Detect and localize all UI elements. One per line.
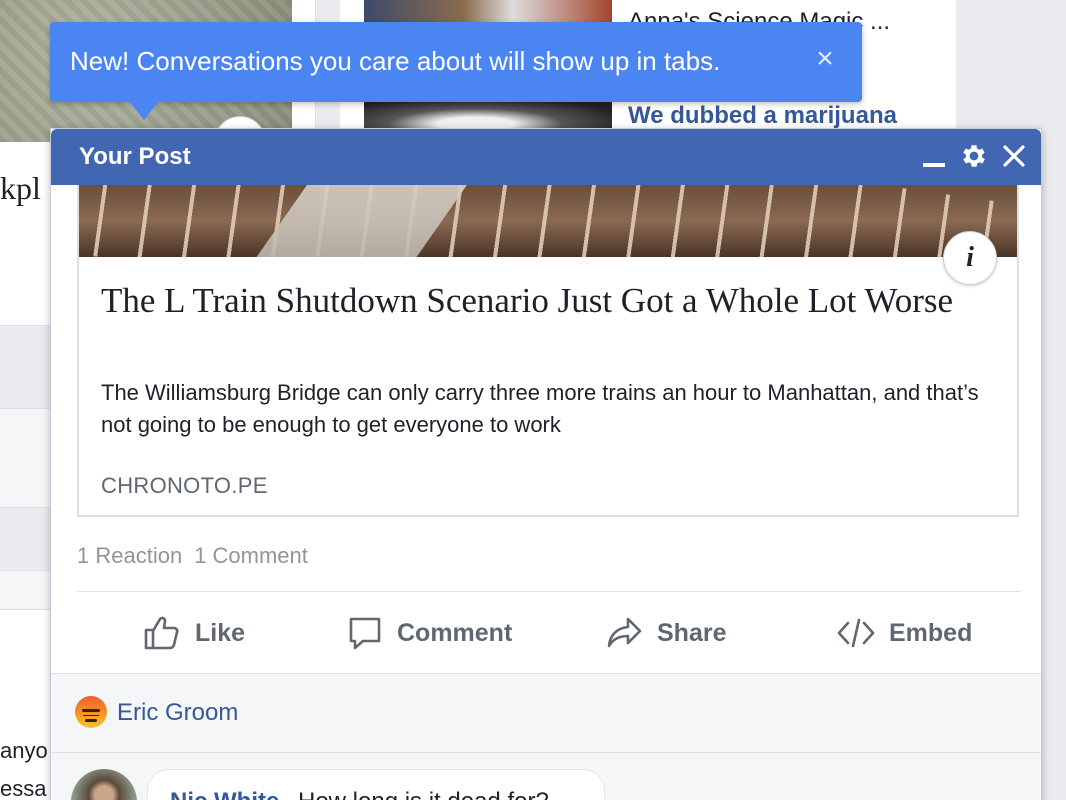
post-chat-window: Your Post i The L Train Shutdown Scenari…: [50, 128, 1042, 800]
thumbs-up-icon: [144, 616, 179, 650]
reactor-name-link[interactable]: Eric Groom: [117, 699, 238, 727]
speech-bubble-icon: [349, 617, 381, 650]
comments-count[interactable]: 1 Comment: [194, 543, 308, 568]
background-headline-link[interactable]: We dubbed a marijuana: [628, 102, 897, 130]
background-divider: [0, 408, 52, 508]
reactions-count[interactable]: 1 Reaction: [77, 543, 182, 568]
post-window-title[interactable]: Your Post: [79, 143, 191, 171]
share-button[interactable]: Share: [607, 607, 726, 659]
comment-button[interactable]: Comment: [347, 607, 512, 659]
embed-label: Embed: [889, 618, 973, 647]
avatar[interactable]: [71, 769, 137, 800]
tooltip-arrow: [130, 102, 158, 120]
gear-icon[interactable]: [959, 141, 989, 171]
comment-author-link[interactable]: Nic White: [170, 788, 279, 800]
post-window-header[interactable]: Your Post: [51, 129, 1041, 185]
reactions-list: Eric Groom: [51, 673, 1041, 753]
close-icon[interactable]: [999, 141, 1029, 171]
code-icon: [837, 618, 875, 648]
background-text-fragment: essa: [0, 776, 47, 800]
background-divider: [0, 570, 52, 610]
background-post-text-fragment: kpl: [0, 170, 41, 206]
background-text-fragment: anyo: [0, 738, 48, 763]
embed-button[interactable]: Embed: [837, 607, 972, 659]
stats-divider: [77, 591, 1021, 592]
like-button[interactable]: Like: [143, 607, 245, 659]
background-thumbnail: [364, 0, 612, 24]
info-icon[interactable]: i: [943, 231, 997, 285]
rail-tracks: [79, 185, 1017, 257]
tabs-announcement-tooltip: New! Conversations you care about will s…: [50, 22, 862, 120]
comment-item: Nic White How long is it dead for?: [51, 753, 1041, 800]
link-headline[interactable]: The L Train Shutdown Scenario Just Got a…: [101, 279, 981, 323]
tooltip-text: New! Conversations you care about will s…: [70, 46, 721, 76]
comment-label: Comment: [397, 618, 513, 647]
like-label: Like: [195, 618, 246, 647]
background-post-card: anyo essa: [0, 610, 52, 800]
comment-text: How long is it dead for?: [298, 788, 549, 800]
share-arrow-icon: [607, 617, 642, 648]
comment-bubble: Nic White How long is it dead for?: [147, 769, 605, 800]
minimize-icon[interactable]: [919, 141, 949, 171]
angry-reaction-icon: [75, 696, 107, 728]
post-stats: 1 Reaction 1 Comment: [77, 543, 308, 569]
link-domain[interactable]: CHRONOTO.PE: [101, 473, 268, 499]
share-label: Share: [657, 618, 727, 647]
link-preview-image[interactable]: [79, 185, 1017, 257]
link-preview-card[interactable]: i The L Train Shutdown Scenario Just Got…: [77, 185, 1019, 517]
link-description[interactable]: The Williamsburg Bridge can only carry t…: [101, 377, 981, 441]
tooltip-close-icon[interactable]: ×: [810, 44, 840, 74]
